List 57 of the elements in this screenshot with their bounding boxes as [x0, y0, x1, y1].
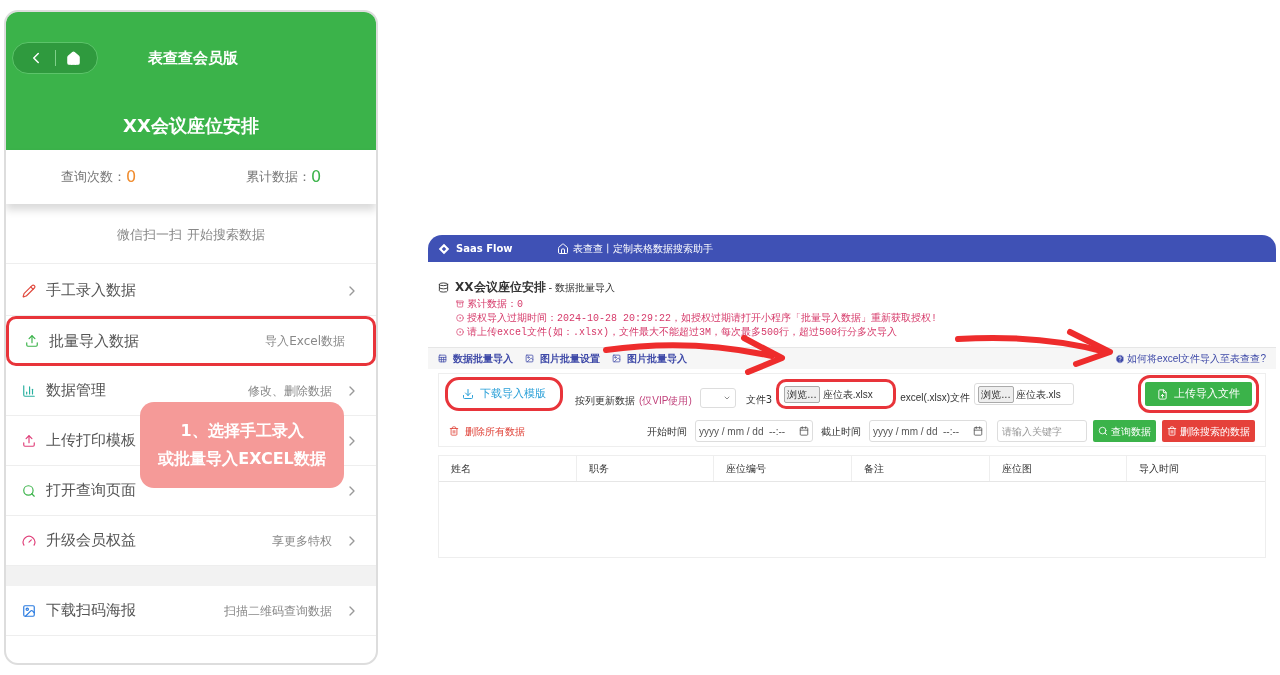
notice-text: 累计数据：0	[467, 297, 523, 312]
notice-text: 请上传excel文件(如：.xlsx)，文件最大不能超过3M，每次最多500行，超过500行分多次导入	[467, 325, 898, 340]
field-label: 按列更新数据	[575, 393, 635, 408]
page-subtitle: - 数据批量导入	[548, 280, 616, 295]
date-placeholder: yyyy / mm / dd --:--	[873, 424, 961, 439]
column-header: 座位编号	[726, 462, 767, 476]
stat-value: 0	[125, 166, 137, 188]
help-link[interactable]: 如何将excel文件导入至表查查?	[1127, 351, 1266, 366]
menu-title: 手工录入数据	[46, 280, 136, 302]
field-label: 截止时间	[821, 424, 861, 439]
menu-item[interactable]: 批量导入数据 导入Excel数据	[6, 316, 376, 366]
column-header: 备注	[864, 462, 884, 476]
field-label: 文件3	[745, 392, 773, 407]
nav-title: 表查查会员版	[148, 47, 238, 69]
menu-title: 升级会员权益	[46, 530, 136, 552]
column-header: 职务	[588, 462, 609, 476]
stat-label: 累计数据：	[245, 168, 311, 187]
menu-title: 打开查询页面	[46, 480, 136, 502]
field-label: 开始时间	[647, 424, 687, 439]
column-header: 导入时间	[1139, 462, 1180, 476]
file-name: 座位表.xls	[1015, 387, 1061, 402]
notice-text: 授权导入过期时间：2024-10-28 20:29:22，如授权过期请打开小程序「批量导入数据」重新获取授权!	[467, 311, 938, 326]
file-name: 座位表.xlsx	[822, 387, 873, 402]
page-title: XX会议座位安排	[123, 114, 259, 138]
tab[interactable]: 图片批量导入	[612, 351, 687, 366]
tab[interactable]: 图片批量设置	[525, 351, 600, 366]
keyword-field[interactable]: 请输入关键字	[997, 420, 1087, 442]
brand-name: Saas Flow	[456, 242, 513, 256]
file-field[interactable]: 浏览... 座位表.xls	[974, 383, 1075, 405]
menu-subtitle: 导入Excel数据	[265, 333, 345, 350]
stat-label: 查询次数：	[60, 168, 126, 187]
date-placeholder: yyyy / mm / dd --:--	[699, 424, 787, 439]
menu-title: 下载扫码海报	[46, 600, 136, 622]
tab[interactable]: 数据批量导入	[438, 351, 513, 366]
menu-subtitle: 享更多特权	[272, 532, 332, 550]
caption-text: 1、选择手工录入	[180, 420, 304, 442]
nav-link[interactable]: 表查查丨定制表格数据搜索助手	[572, 241, 713, 256]
menu-subtitle: 扫描二维码查询数据	[224, 602, 332, 620]
menu-item[interactable]: 下载扫码海报 扫描二维码查询数据	[6, 586, 376, 636]
stat-value: 0	[310, 166, 322, 188]
column-header: 姓名	[451, 462, 471, 476]
browse-button[interactable]: 浏览...	[784, 385, 820, 403]
menu-subtitle: 修改、删除数据	[248, 382, 332, 400]
browse-button[interactable]: 浏览...	[978, 385, 1014, 403]
delete-all-button[interactable]: 删除所有数据	[449, 423, 525, 439]
date-field[interactable]: yyyy / mm / dd --:--	[695, 420, 813, 442]
scan-hint: 微信扫一扫 开始搜索数据	[117, 225, 265, 244]
menu-title: 批量导入数据	[49, 330, 139, 352]
menu-title: 上传打印模板	[46, 430, 136, 452]
vip-note: (仅VIP使用)	[639, 393, 692, 408]
delete-results-button[interactable]: 删除搜索的数据	[1162, 420, 1255, 442]
date-field[interactable]: yyyy / mm / dd --:--	[869, 420, 987, 442]
field-label: excel(.xlsx)文件	[900, 390, 971, 405]
page-title: XX会议座位安排	[455, 279, 546, 296]
menu-title: 数据管理	[46, 380, 106, 402]
column-header: 座位图	[1001, 462, 1032, 476]
file-field[interactable]: 浏览... 座位表.xlsx	[776, 379, 897, 409]
